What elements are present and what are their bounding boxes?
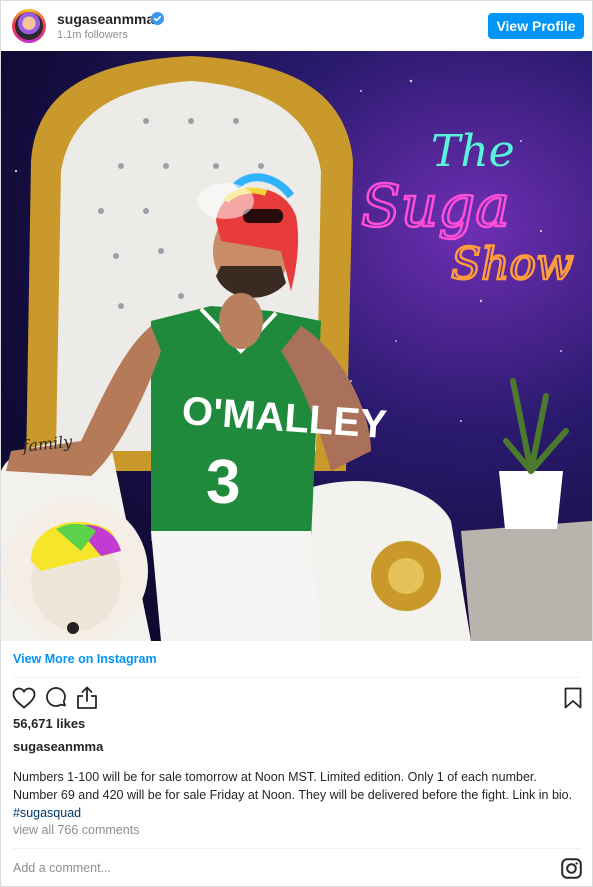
neon-sign-suga: Suga xyxy=(361,172,510,240)
jersey-number: 3 xyxy=(206,448,240,517)
post-header: sugaseanmma 1.1m followers View Profile xyxy=(1,1,592,51)
avatar[interactable] xyxy=(12,9,46,43)
header-username[interactable]: sugaseanmma xyxy=(57,11,154,27)
view-all-comments-link[interactable]: view all 766 comments xyxy=(13,823,139,837)
plant-leaves xyxy=(503,378,569,474)
post-caption: Numbers 1-100 will be for sale tomorrow … xyxy=(13,768,578,822)
heart-icon[interactable] xyxy=(12,687,36,709)
dog-nose xyxy=(67,622,79,634)
add-comment-input[interactable]: Add a comment... xyxy=(13,861,111,875)
verified-badge-icon xyxy=(151,12,164,25)
white-shorts xyxy=(151,531,321,641)
neon-sign-the: The xyxy=(431,126,515,177)
caption-username[interactable]: sugaseanmma xyxy=(13,739,103,754)
caption-hashtag[interactable]: #sugasquad xyxy=(13,806,81,820)
side-table xyxy=(461,521,592,641)
view-profile-button[interactable]: View Profile xyxy=(488,13,584,39)
follower-count: 1.1m followers xyxy=(57,29,128,41)
likes-count[interactable]: 56,671 likes xyxy=(13,716,85,731)
share-icon[interactable] xyxy=(76,686,98,710)
photo-illustration: O'MALLEY 3 family The Suga Show xyxy=(1,56,592,641)
plant-pot xyxy=(499,471,563,529)
neon-sign-show: Show xyxy=(451,239,574,290)
view-more-link[interactable]: View More on Instagram xyxy=(13,652,157,666)
caption-text: Numbers 1-100 will be for sale tomorrow … xyxy=(13,770,573,802)
avatar-image xyxy=(15,12,43,40)
hand xyxy=(219,293,263,349)
post-photo[interactable]: O'MALLEY 3 family The Suga Show xyxy=(1,51,592,641)
divider xyxy=(13,848,580,849)
instagram-logo-icon[interactable] xyxy=(561,858,582,879)
divider xyxy=(13,677,580,678)
instagram-embed-card: sugaseanmma 1.1m followers View Profile xyxy=(0,0,593,887)
comment-icon[interactable] xyxy=(44,686,68,710)
smoke-cloud xyxy=(198,183,254,219)
bookmark-icon[interactable] xyxy=(564,687,582,709)
